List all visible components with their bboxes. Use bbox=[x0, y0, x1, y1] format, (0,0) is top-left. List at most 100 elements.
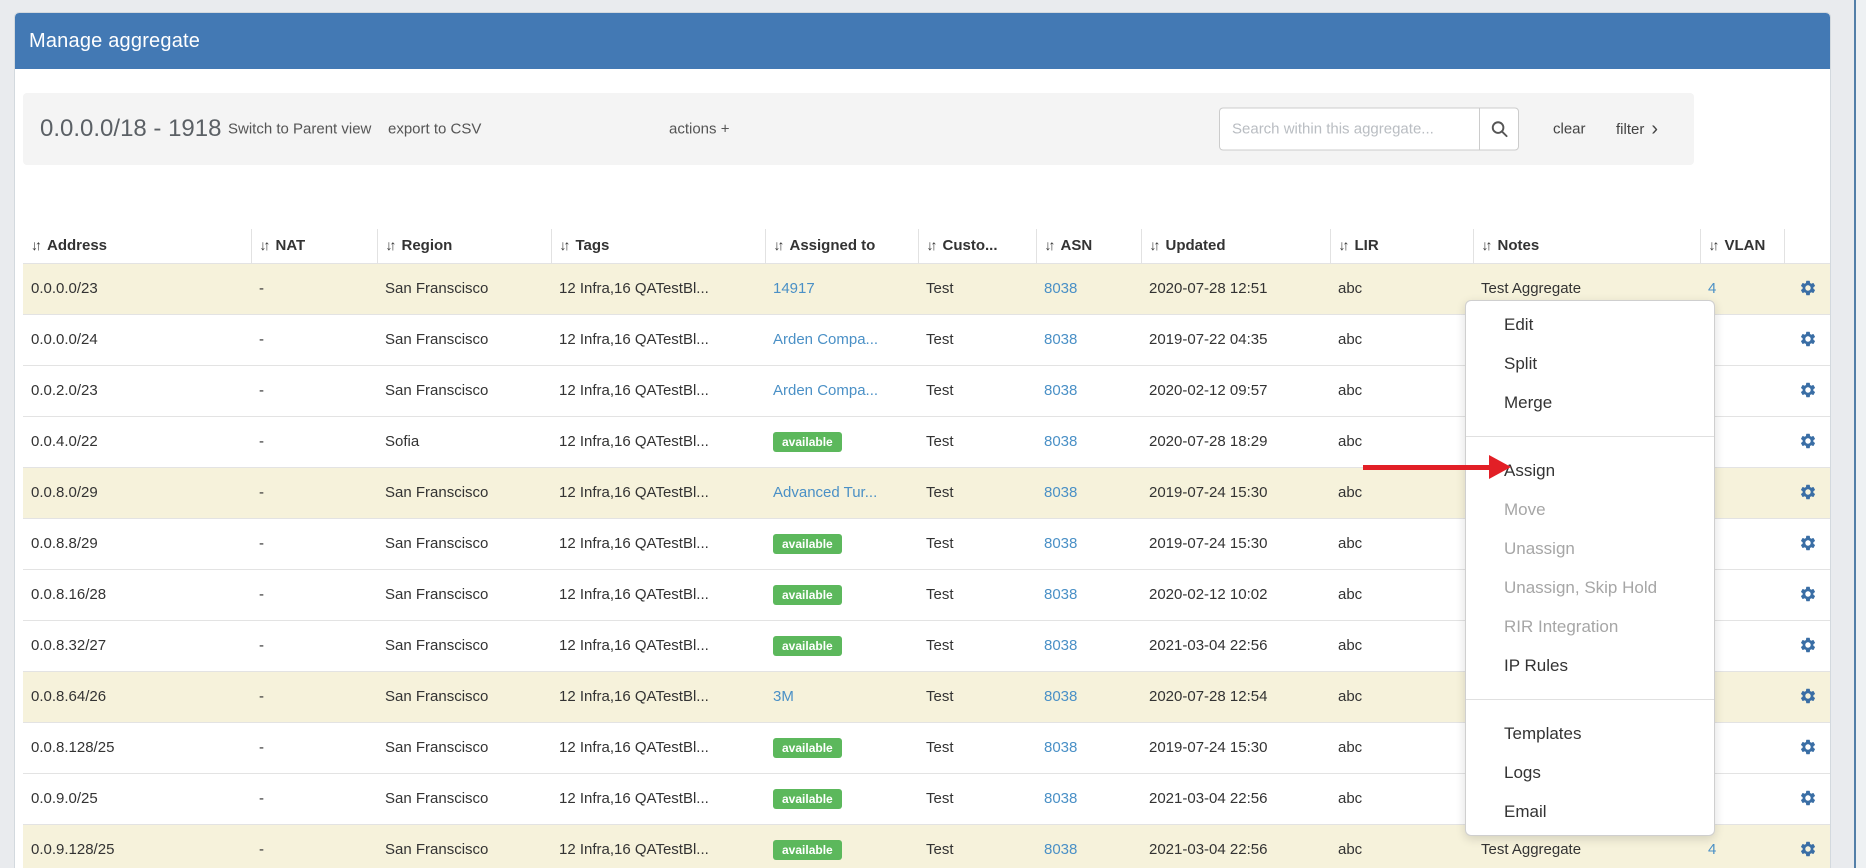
sort-icon: ↓↑ bbox=[774, 237, 782, 253]
column-header-address[interactable]: ↓↑Address bbox=[23, 229, 251, 263]
column-header-asn[interactable]: ↓↑ASN bbox=[1036, 229, 1141, 263]
vlan-link[interactable]: 4 bbox=[1708, 280, 1716, 297]
asn-link[interactable]: 8038 bbox=[1044, 688, 1077, 705]
tags-cell: 12 Infra,16 QATestBl... bbox=[551, 824, 765, 868]
search-button[interactable] bbox=[1479, 108, 1519, 151]
right-margin-strip bbox=[1856, 0, 1866, 868]
search-input[interactable] bbox=[1219, 108, 1479, 151]
vlan-link[interactable]: 4 bbox=[1708, 841, 1716, 858]
address-cell: 0.0.9.128/25 bbox=[23, 824, 251, 868]
row-actions-gear-button[interactable] bbox=[1797, 787, 1819, 809]
column-header-custo[interactable]: ↓↑Custo... bbox=[918, 229, 1036, 263]
customer-cell: Test bbox=[918, 569, 1036, 620]
row-actions-gear-button[interactable] bbox=[1797, 277, 1819, 299]
gear-icon bbox=[1799, 789, 1817, 807]
asn-link[interactable]: 8038 bbox=[1044, 382, 1077, 399]
address-cell: 0.0.4.0/22 bbox=[23, 416, 251, 467]
gear-icon bbox=[1799, 279, 1817, 297]
row-actions-gear-button[interactable] bbox=[1797, 379, 1819, 401]
asn-cell: 8038 bbox=[1036, 263, 1141, 314]
sort-icon: ↓↑ bbox=[560, 237, 568, 253]
asn-link[interactable]: 8038 bbox=[1044, 331, 1077, 348]
search-group bbox=[1219, 108, 1519, 151]
row-actions-gear-button[interactable] bbox=[1797, 583, 1819, 605]
asn-link[interactable]: 8038 bbox=[1044, 841, 1077, 858]
sort-icon: ↓↑ bbox=[1482, 237, 1490, 253]
assigned-cell: 3M bbox=[765, 671, 918, 722]
column-header-nat[interactable]: ↓↑NAT bbox=[251, 229, 377, 263]
column-header-notes[interactable]: ↓↑Notes bbox=[1473, 229, 1700, 263]
column-label: Tags bbox=[576, 237, 610, 254]
nat-cell: - bbox=[251, 416, 377, 467]
nat-cell: - bbox=[251, 314, 377, 365]
asn-link[interactable]: 8038 bbox=[1044, 586, 1077, 603]
lir-cell: abc bbox=[1330, 518, 1473, 569]
column-header-tags[interactable]: ↓↑ Tags bbox=[551, 229, 765, 263]
menu-item-logs[interactable]: Logs bbox=[1466, 753, 1714, 792]
tags-cell: 12 Infra,16 QATestBl... bbox=[551, 314, 765, 365]
asn-link[interactable]: 8038 bbox=[1044, 433, 1077, 450]
row-actions-cell bbox=[1784, 416, 1831, 467]
asn-link[interactable]: 8038 bbox=[1044, 637, 1077, 654]
row-actions-gear-button[interactable] bbox=[1797, 481, 1819, 503]
region-cell: San Franscisco bbox=[377, 314, 551, 365]
row-actions-gear-button[interactable] bbox=[1797, 736, 1819, 758]
lir-cell: abc bbox=[1330, 620, 1473, 671]
export-csv-link[interactable]: export to CSV bbox=[388, 121, 481, 138]
row-actions-gear-button[interactable] bbox=[1797, 532, 1819, 554]
asn-cell: 8038 bbox=[1036, 314, 1141, 365]
assigned-link[interactable]: 3M bbox=[773, 688, 794, 705]
lir-cell: abc bbox=[1330, 314, 1473, 365]
gear-icon bbox=[1799, 738, 1817, 756]
menu-item-edit[interactable]: Edit bbox=[1466, 305, 1714, 344]
clear-button[interactable]: clear bbox=[1553, 121, 1586, 138]
asn-link[interactable]: 8038 bbox=[1044, 280, 1077, 297]
switch-parent-view-link[interactable]: Switch to Parent view bbox=[228, 121, 371, 138]
assigned-link[interactable]: Advanced Tur... bbox=[773, 484, 877, 501]
assigned-link[interactable]: 14917 bbox=[773, 280, 815, 297]
available-badge: available bbox=[773, 738, 842, 758]
customer-cell: Test bbox=[918, 365, 1036, 416]
region-cell: San Franscisco bbox=[377, 773, 551, 824]
asn-link[interactable]: 8038 bbox=[1044, 535, 1077, 552]
asn-cell: 8038 bbox=[1036, 824, 1141, 868]
column-label: ASN bbox=[1061, 237, 1093, 254]
row-actions-gear-button[interactable] bbox=[1797, 328, 1819, 350]
row-actions-gear-button[interactable] bbox=[1797, 838, 1819, 860]
menu-item-merge[interactable]: Merge bbox=[1466, 383, 1714, 422]
column-header-updated[interactable]: ↓↑Updated bbox=[1141, 229, 1330, 263]
row-actions-gear-button[interactable] bbox=[1797, 430, 1819, 452]
filter-button[interactable]: filter › bbox=[1616, 119, 1658, 139]
menu-divider bbox=[1466, 436, 1714, 437]
assigned-link[interactable]: Arden Compa... bbox=[773, 382, 878, 399]
column-label: Assigned to bbox=[790, 237, 876, 254]
available-badge: available bbox=[773, 432, 842, 452]
row-actions-cell bbox=[1784, 263, 1831, 314]
aggregate-label: 0.0.0.0/18 - 1918 bbox=[40, 115, 221, 143]
row-actions-gear-button[interactable] bbox=[1797, 685, 1819, 707]
assigned-cell: available bbox=[765, 824, 918, 868]
column-header-vlan[interactable]: ↓↑VLAN bbox=[1700, 229, 1784, 263]
column-header-assigned-to[interactable]: ↓↑ Assigned to bbox=[765, 229, 918, 263]
asn-cell: 8038 bbox=[1036, 671, 1141, 722]
tags-cell: 12 Infra,16 QATestBl... bbox=[551, 518, 765, 569]
row-actions-gear-button[interactable] bbox=[1797, 634, 1819, 656]
sort-icon: ↓↑ bbox=[386, 237, 394, 253]
region-cell: San Franscisco bbox=[377, 365, 551, 416]
menu-item-ip-rules[interactable]: IP Rules bbox=[1466, 646, 1714, 685]
asn-link[interactable]: 8038 bbox=[1044, 790, 1077, 807]
assigned-cell: Advanced Tur... bbox=[765, 467, 918, 518]
menu-item-email[interactable]: Email bbox=[1466, 792, 1714, 831]
assigned-link[interactable]: Arden Compa... bbox=[773, 331, 878, 348]
column-header-lir[interactable]: ↓↑LIR bbox=[1330, 229, 1473, 263]
address-cell: 0.0.8.32/27 bbox=[23, 620, 251, 671]
menu-item-templates[interactable]: Templates bbox=[1466, 714, 1714, 753]
asn-link[interactable]: 8038 bbox=[1044, 739, 1077, 756]
menu-item-rir-integration: RIR Integration bbox=[1466, 607, 1714, 646]
menu-item-split[interactable]: Split bbox=[1466, 344, 1714, 383]
column-label: LIR bbox=[1355, 237, 1379, 254]
nat-cell: - bbox=[251, 365, 377, 416]
asn-link[interactable]: 8038 bbox=[1044, 484, 1077, 501]
actions-menu-button[interactable]: actions + bbox=[669, 121, 729, 138]
column-header-region[interactable]: ↓↑Region bbox=[377, 229, 551, 263]
